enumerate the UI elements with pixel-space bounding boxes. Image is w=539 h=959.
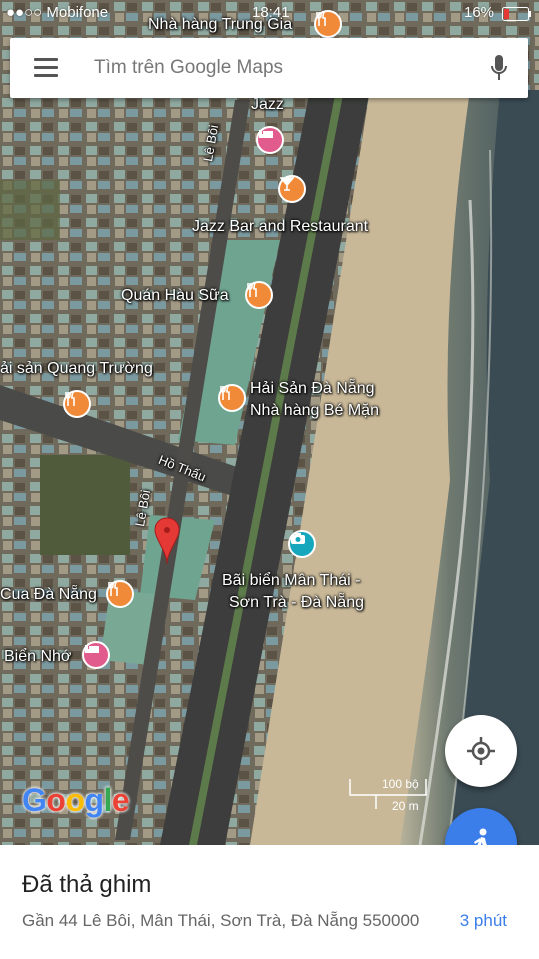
my-location-icon [467, 737, 495, 765]
search-input[interactable]: Tìm trên Google Maps [94, 57, 283, 79]
poi-label-cua-da-nang[interactable]: Cua Đà Nẵng [0, 586, 97, 604]
google-logo: Google [22, 782, 130, 818]
carrier-label: ●●○○ Mobifone [6, 4, 109, 21]
restaurant-icon[interactable] [314, 10, 342, 38]
camera-icon[interactable] [288, 530, 316, 558]
poi-label-hai-san-da-nang[interactable]: Hải Sản Đà Nẵng [250, 380, 375, 398]
restaurant-icon[interactable] [63, 390, 91, 418]
scale-feet: 100 bộ [382, 777, 419, 791]
poi-label-hai-san-quang-truong[interactable]: ải sản Quang Trường [0, 360, 153, 378]
scale-meters: 20 m [392, 799, 419, 813]
poi-label-jazz-bar[interactable]: Jazz Bar and Restaurant [192, 218, 368, 236]
battery-icon [502, 7, 531, 21]
microphone-icon[interactable] [490, 54, 508, 82]
battery-percent: 16% [464, 4, 495, 21]
menu-icon[interactable] [34, 58, 58, 78]
restaurant-icon[interactable] [106, 580, 134, 608]
hotel-icon[interactable] [256, 126, 284, 154]
my-location-button[interactable] [445, 715, 517, 787]
poi-label-jazz[interactable]: Jazz [251, 96, 284, 114]
map-scale: 100 bộ 20 m [348, 775, 428, 815]
poi-label-bien-nho[interactable]: Biển Nhớ [4, 648, 71, 666]
place-address: Gần 44 Lê Bôi, Mân Thái, Sơn Trà, Đà Nẵn… [22, 911, 420, 930]
hotel-icon[interactable] [82, 641, 110, 669]
dropped-pin-icon[interactable] [153, 517, 181, 565]
restaurant-icon[interactable] [218, 384, 246, 412]
travel-time[interactable]: 3 phút [460, 911, 507, 931]
place-info-sheet[interactable]: Đã thả ghim Gần 44 Lê Bôi, Mân Thái, Sơn… [0, 845, 539, 959]
poi-label-beach-line2[interactable]: Sơn Trà - Đà Nẵng [229, 594, 364, 612]
poi-label-quan-hau-sua[interactable]: Quán Hàu Sữa [121, 287, 229, 305]
poi-label-beach-line1[interactable]: Bãi biển Mân Thái - [222, 572, 360, 590]
place-title: Đã thả ghim [22, 871, 152, 898]
restaurant-icon[interactable] [245, 281, 273, 309]
search-bar[interactable]: Tìm trên Google Maps [10, 38, 528, 98]
bar-icon[interactable] [278, 175, 306, 203]
poi-label-nha-hang-be-man[interactable]: Nhà hàng Bé Mặn [250, 402, 379, 420]
poi-label-trung-gia[interactable]: Nhà hàng Trung Gia [148, 16, 292, 34]
